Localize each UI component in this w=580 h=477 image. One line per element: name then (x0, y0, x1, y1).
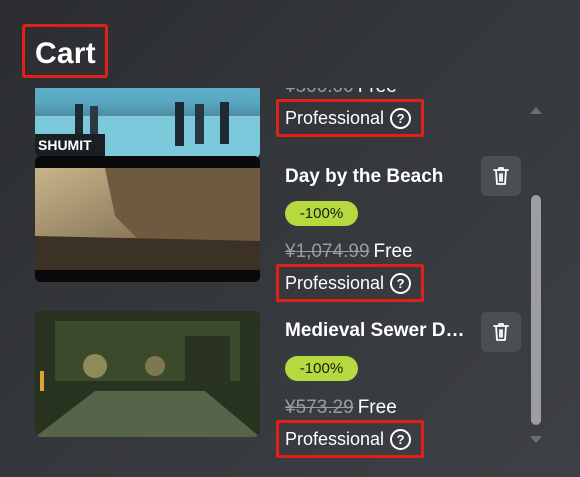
discount-badge: -100% (285, 356, 358, 381)
scrollbar-thumb[interactable] (531, 195, 541, 425)
license-selector[interactable]: Professional? (285, 429, 412, 450)
license-selector[interactable]: Professional? (285, 108, 412, 129)
product-thumbnail[interactable]: SHUMIT (35, 88, 260, 158)
question-circle-icon[interactable]: ? (390, 273, 412, 294)
remove-item-button[interactable] (481, 156, 521, 196)
question-circle-icon[interactable]: ? (390, 429, 412, 450)
trash-icon (493, 167, 509, 185)
price-row: ¥573.29 Free (285, 397, 397, 419)
cart-item: Day by the Beach -100% ¥1,074.99 Free Pro… (0, 156, 580, 306)
product-name[interactable]: Day by the Beach (285, 166, 475, 188)
discount-badge: -100% (285, 201, 358, 226)
current-price: Free (373, 241, 413, 262)
price-row: ¥1,074.99 Free (285, 241, 413, 263)
scroll-up-arrow[interactable] (530, 107, 542, 114)
original-price: ¥1,074.99 (285, 241, 370, 262)
thumbnail-brand-text: SHUMIT (38, 137, 92, 153)
cart-item: Medieval Sewer Dungeon -100% ¥573.29Free… (0, 311, 580, 461)
cart-item: SHUMIT ¥500.00 Free Professional? (0, 88, 580, 158)
cart-list: SHUMIT ¥500.00 Free Professional? (0, 88, 580, 477)
remove-item-button[interactable] (481, 312, 521, 352)
question-circle-icon[interactable]: ? (390, 108, 412, 129)
original-price: ¥500.00 (285, 88, 354, 97)
license-label: Professional (285, 429, 385, 449)
product-name[interactable]: Medieval Sewer Dungeon (285, 320, 475, 342)
page-title: Cart (35, 37, 96, 70)
product-thumbnail[interactable] (35, 156, 260, 282)
license-label: Professional (285, 108, 385, 128)
current-price: Free (357, 397, 397, 418)
license-selector[interactable]: Professional? (285, 273, 412, 294)
product-thumbnail[interactable] (35, 311, 260, 437)
license-label: Professional (285, 273, 385, 293)
trash-icon (493, 323, 509, 341)
scroll-down-arrow[interactable] (530, 436, 542, 443)
current-price: Free (358, 88, 397, 97)
original-price: ¥573.29 (285, 397, 354, 418)
price-row: ¥500.00 Free (285, 88, 397, 98)
